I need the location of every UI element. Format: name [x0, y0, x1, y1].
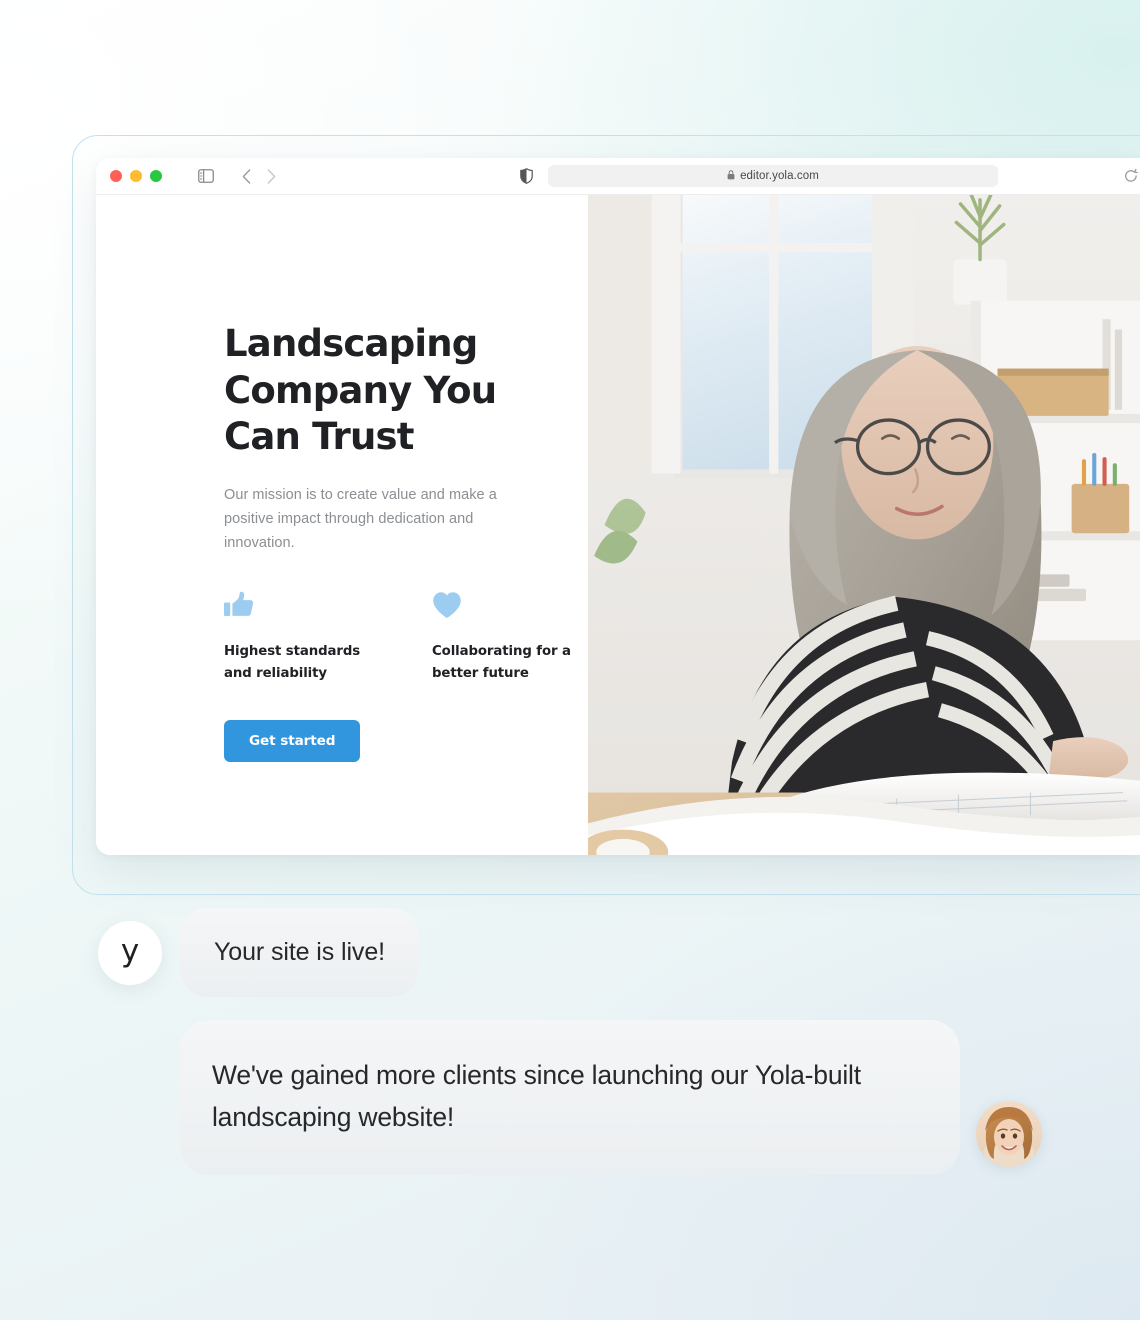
chat-message-row-2: We've gained more clients since launchin…: [180, 1020, 1042, 1175]
feature-list: Highest standards and reliability Collab…: [224, 591, 588, 684]
website-viewport: Landscaping Company You Can Trust Our mi…: [96, 195, 1140, 855]
chat-message-row-1: y Your site is live!: [98, 908, 419, 997]
yola-logo-icon: y: [120, 933, 140, 969]
lock-icon: [727, 170, 735, 182]
hero-text-column: Landscaping Company You Can Trust Our mi…: [96, 195, 588, 855]
avatar: [976, 1100, 1042, 1167]
get-started-button[interactable]: Get started: [224, 719, 361, 762]
browser-toolbar: editor.yola.com: [96, 158, 1140, 195]
navigation-buttons[interactable]: [242, 168, 276, 184]
feature-label: Collaborating for a better future: [432, 644, 571, 681]
hero-photo-illustration: [588, 195, 1140, 855]
feature-label: Highest standards and reliability: [224, 644, 361, 681]
chevron-left-icon[interactable]: [242, 168, 251, 184]
window-controls[interactable]: [110, 170, 162, 182]
close-window-button[interactable]: [110, 170, 122, 182]
chevron-right-icon[interactable]: [267, 168, 276, 184]
chat-bubble-status: Your site is live!: [180, 908, 419, 997]
feature-item-collaboration: Collaborating for a better future: [432, 591, 582, 684]
shield-icon[interactable]: [520, 168, 533, 184]
client-avatar-illustration: [976, 1100, 1042, 1167]
page-root: editor.yola.com Landscaping Company You …: [0, 0, 1140, 1320]
chat-bubble-testimonial: We've gained more clients since launchin…: [180, 1020, 960, 1175]
feature-item-standards: Highest standards and reliability: [224, 591, 374, 684]
address-bar[interactable]: editor.yola.com: [548, 165, 998, 187]
hero-subtitle: Our mission is to create value and make …: [224, 486, 497, 552]
sidebar-icon[interactable]: [198, 169, 214, 183]
page-title: Landscaping Company You Can Trust: [224, 322, 497, 459]
hero-image: [588, 195, 1140, 855]
browser-window: editor.yola.com Landscaping Company You …: [96, 158, 1140, 855]
thumbs-up-icon: [224, 591, 374, 621]
reload-icon[interactable]: [1124, 168, 1138, 184]
maximize-window-button[interactable]: [150, 170, 162, 182]
address-bar-url: editor.yola.com: [740, 170, 819, 182]
brand-avatar: y: [98, 920, 162, 985]
heart-icon: [432, 591, 582, 621]
minimize-window-button[interactable]: [130, 170, 142, 182]
